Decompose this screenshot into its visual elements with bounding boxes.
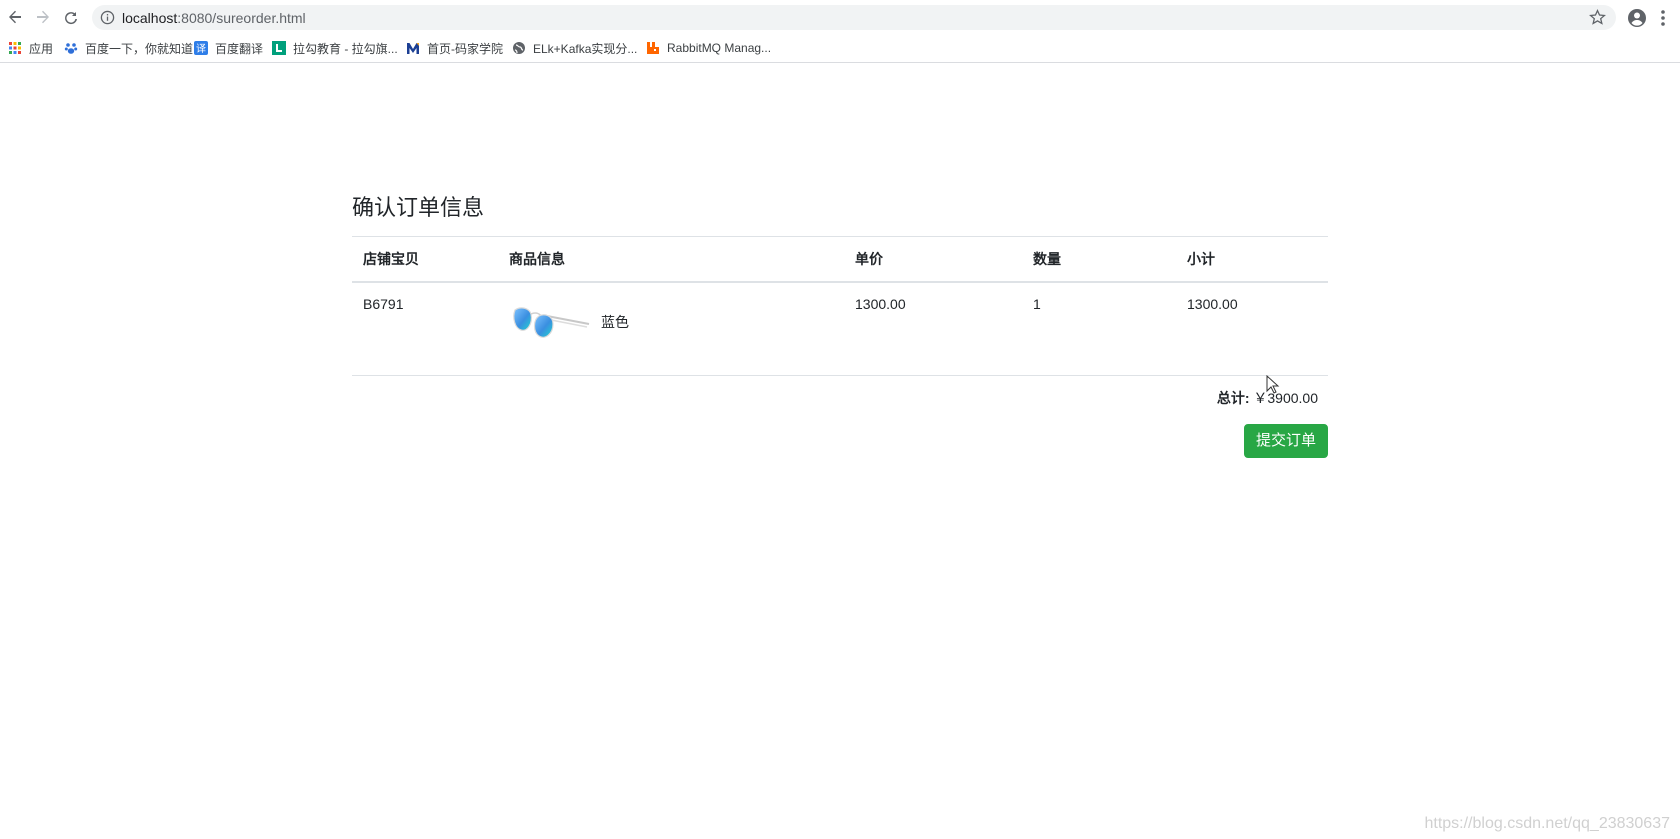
header-subtotal: 小计 (1176, 236, 1328, 283)
cell-quantity: 1 (1022, 282, 1176, 376)
svg-text:译: 译 (196, 43, 206, 55)
cell-sku: B6791 (352, 282, 498, 376)
page-title: 确认订单信息 (352, 195, 485, 220)
mouse-cursor-icon (1266, 375, 1280, 394)
table-row: B6791 蓝色 1300.00 1 1300.00 (352, 282, 1328, 376)
header-shop-item: 店铺宝贝 (352, 236, 498, 283)
reload-button[interactable] (60, 6, 82, 28)
sunglasses-product-image (513, 307, 590, 338)
bookmark-label: 首页-码家学院 (427, 41, 503, 56)
profile-icon[interactable] (1627, 8, 1647, 28)
apps-grid-icon (9, 42, 21, 54)
url-text[interactable]: localhost:8080/sureorder.html (122, 10, 306, 26)
submit-row: 提交订单 (352, 424, 1328, 458)
header-product-info: 商品信息 (498, 236, 844, 283)
submit-order-button[interactable]: 提交订单 (1243, 424, 1328, 458)
baidu-paw-icon (64, 43, 78, 54)
url-path: :8080/sureorder.html (177, 10, 306, 26)
bookmark-rabbitmq[interactable]: RabbitMQ Manag... (646, 39, 771, 57)
cell-product: 蓝色 (498, 282, 844, 376)
cell-subtotal: 1300.00 (1176, 282, 1328, 376)
lagou-icon (272, 41, 286, 55)
order-total: 总计: ￥3900.00 (352, 376, 1328, 408)
order-table: 店铺宝贝 商品信息 单价 数量 小计 B6791 蓝色 1300.00 1 13… (352, 236, 1328, 376)
rabbitmq-icon (647, 42, 659, 54)
arrow-right-icon (37, 10, 49, 24)
product-color: 蓝色 (601, 314, 629, 330)
bookmark-apps[interactable]: 应用 (8, 39, 53, 57)
reload-icon (65, 12, 77, 25)
info-icon[interactable] (100, 10, 115, 25)
address-bar[interactable]: localhost:8080/sureorder.html (92, 5, 1616, 30)
total-label: 总计: (1216, 390, 1250, 406)
bookmarks-bar: 应用 百度一下，你就知道 译 百度翻译 拉勾教育 - 拉勾旗... 首页-码家学… (0, 35, 1680, 63)
bookmark-lagou[interactable]: 拉勾教育 - 拉勾旗... (272, 39, 398, 57)
bookmark-elk-kafka[interactable]: ELk+Kafka实现分... (512, 39, 637, 57)
m-logo-icon (407, 43, 419, 54)
bookmark-label: RabbitMQ Manag... (667, 41, 772, 55)
translate-icon: 译 (194, 41, 208, 55)
bookmark-label: 百度一下，你就知道 (85, 41, 194, 56)
browser-toolbar: localhost:8080/sureorder.html (0, 0, 1680, 35)
url-host: localhost (122, 10, 178, 26)
cell-unit-price: 1300.00 (844, 282, 1022, 376)
bookmark-label: 应用 (29, 41, 54, 56)
arrow-left-icon (9, 10, 21, 24)
bookmark-label: 拉勾教育 - 拉勾旗... (293, 41, 398, 56)
bookmark-star-icon[interactable] (1589, 9, 1606, 26)
header-unit-price: 单价 (844, 236, 1022, 283)
globe-icon (513, 42, 525, 54)
bookmark-baidu[interactable]: 百度一下，你就知道 (64, 39, 193, 57)
menu-kebab-icon[interactable] (1656, 8, 1670, 28)
bookmark-majia[interactable]: 首页-码家学院 (406, 39, 503, 57)
header-quantity: 数量 (1022, 236, 1176, 283)
total-value: ￥3900.00 (1253, 390, 1318, 406)
table-header-row: 店铺宝贝 商品信息 单价 数量 小计 (352, 236, 1328, 283)
order-container: 确认订单信息 店铺宝贝 商品信息 单价 数量 小计 B6791 蓝色 1300.… (352, 180, 1328, 458)
bookmark-baidu-translate[interactable]: 译 百度翻译 (194, 39, 263, 57)
bookmark-label: 百度翻译 (215, 41, 264, 56)
bookmark-label: ELk+Kafka实现分... (533, 41, 638, 56)
forward-button[interactable] (32, 6, 54, 28)
back-button[interactable] (4, 6, 26, 28)
watermark: https://blog.csdn.net/qq_23830637 (1424, 815, 1670, 832)
